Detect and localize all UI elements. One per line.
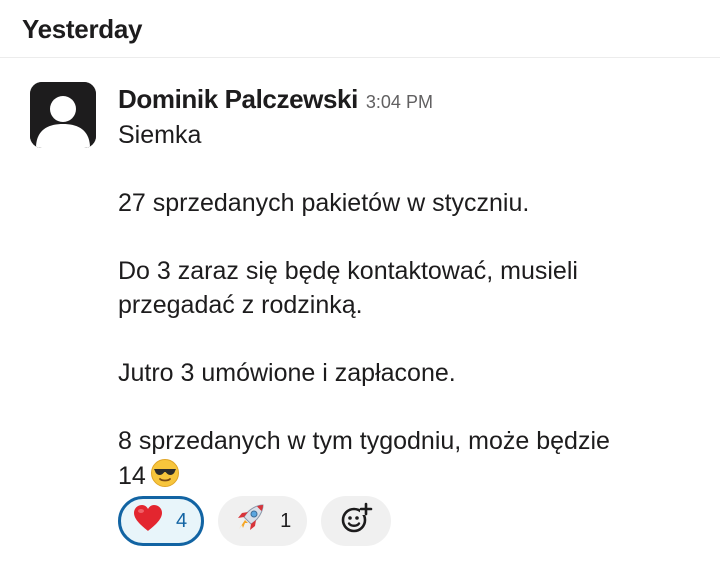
message-pane: Yesterday Dominik Palczewski 3:04 PM Sie… bbox=[0, 0, 720, 567]
message-line: 8 sprzedanych w tym tygodniu, może będzi… bbox=[118, 427, 610, 455]
message-line: Do 3 zaraz się będę kontaktować, musieli bbox=[118, 257, 578, 285]
reaction-rocket[interactable]: 1 bbox=[218, 496, 308, 546]
avatar[interactable] bbox=[30, 82, 96, 148]
author-name[interactable]: Dominik Palczewski bbox=[118, 84, 358, 115]
day-divider-label[interactable]: Yesterday bbox=[22, 14, 142, 45]
day-divider-line bbox=[0, 57, 720, 58]
message-timestamp[interactable]: 3:04 PM bbox=[366, 92, 433, 113]
message-paragraph: Do 3 zaraz się będę kontaktować, musieli… bbox=[118, 254, 698, 322]
message-paragraph: 27 sprzedanych pakietów w styczniu. bbox=[118, 186, 698, 220]
message: Dominik Palczewski 3:04 PM Siemka 27 spr… bbox=[118, 84, 698, 497]
reaction-heart[interactable]: 4 bbox=[118, 496, 205, 546]
message-paragraph: 8 sprzedanych w tym tygodniu, może będzi… bbox=[118, 424, 698, 497]
message-line: Siemka bbox=[118, 121, 202, 149]
message-header: Dominik Palczewski 3:04 PM bbox=[118, 84, 698, 114]
smiling-face-with-sunglasses-icon bbox=[150, 458, 180, 497]
message-paragraph: Jutro 3 umówione i zapłacone. bbox=[118, 356, 698, 390]
user-silhouette-icon bbox=[30, 82, 96, 148]
reaction-count: 4 bbox=[176, 509, 188, 532]
message-line: 14 bbox=[118, 462, 146, 490]
add-reaction-icon bbox=[338, 501, 374, 542]
message-paragraph: Siemka bbox=[118, 118, 698, 152]
message-line-with-emoji: 14 bbox=[118, 458, 698, 497]
add-reaction-button[interactable] bbox=[321, 496, 392, 546]
reactions-bar: 4 1 bbox=[118, 496, 392, 546]
message-line: 27 sprzedanych pakietów w styczniu. bbox=[118, 189, 530, 217]
message-line: przegadać z rodzinką. bbox=[118, 291, 363, 319]
reaction-count: 1 bbox=[280, 509, 292, 532]
red-heart-icon bbox=[132, 503, 164, 539]
message-body: Siemka 27 sprzedanych pakietów w styczni… bbox=[118, 118, 698, 497]
rocket-icon bbox=[232, 500, 268, 542]
message-line: Jutro 3 umówione i zapłacone. bbox=[118, 359, 456, 387]
